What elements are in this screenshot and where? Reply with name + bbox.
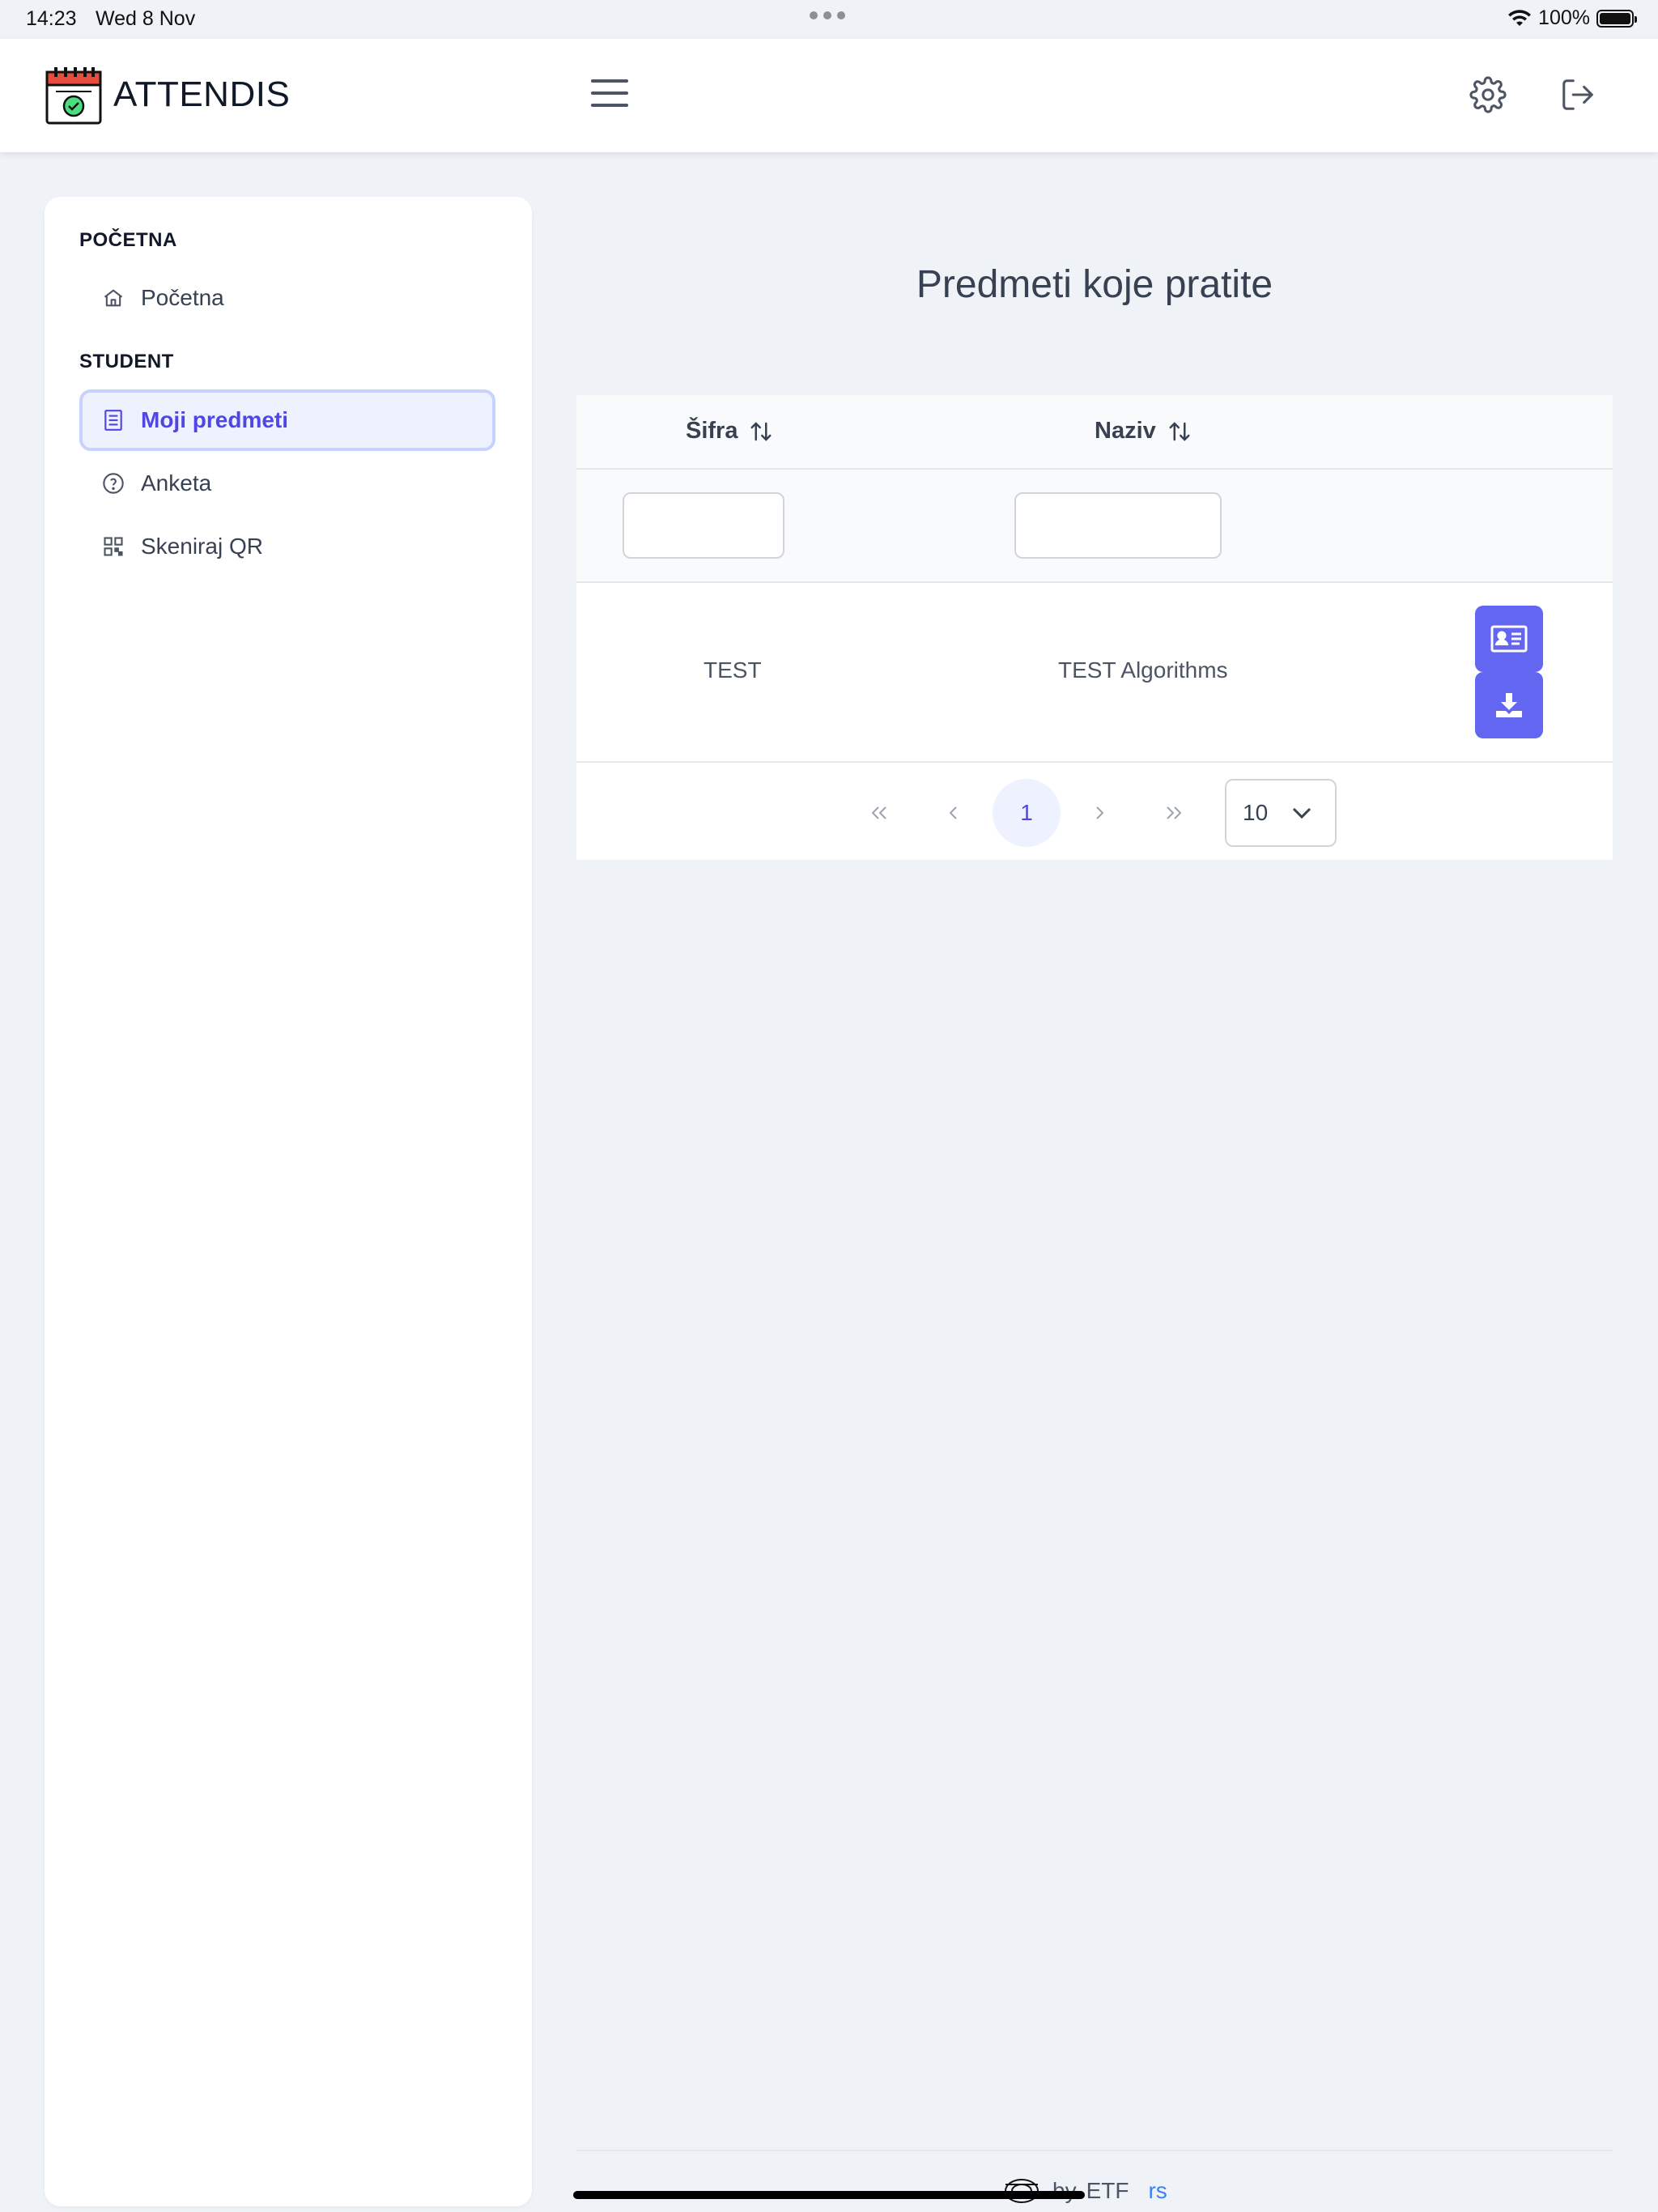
next-page-button[interactable]: [1065, 779, 1133, 847]
chevron-down-icon: [1292, 807, 1312, 819]
question-circle-icon: [100, 470, 126, 496]
language-link[interactable]: rs: [1148, 2178, 1167, 2204]
details-button[interactable]: [1475, 606, 1543, 672]
battery-percent: 100%: [1538, 6, 1590, 29]
status-time: 14:23: [26, 7, 77, 30]
footer-org: ETF: [1086, 2178, 1129, 2203]
sort-icon: [750, 421, 772, 441]
calendar-check-logo-icon: [45, 67, 102, 125]
chevron-right-icon: [1096, 806, 1104, 819]
wifi-icon: [1508, 9, 1532, 26]
download-icon: [1496, 693, 1522, 717]
rows-per-page-value: 10: [1243, 800, 1269, 825]
sidebar-section-title: STUDENT: [79, 351, 174, 372]
download-button[interactable]: [1475, 672, 1543, 738]
column-header-naziv[interactable]: Naziv: [1095, 418, 1192, 445]
prev-page-button[interactable]: [920, 779, 988, 847]
double-chevron-left-icon: [871, 806, 886, 819]
sidebar-item-skeniraj-qr[interactable]: Skeniraj QR: [79, 517, 495, 576]
sign-out-icon[interactable]: [1558, 76, 1597, 113]
first-page-button[interactable]: [845, 779, 913, 847]
sidebar: POČETNA Početna STUDENT Moji predmeti An…: [45, 197, 532, 2206]
menu-toggle-icon[interactable]: [591, 79, 628, 110]
filter-row: [576, 470, 1613, 583]
app-brand[interactable]: ATTENDIS: [113, 74, 290, 115]
multitasking-dots[interactable]: [810, 11, 845, 19]
status-bar: 14:23 Wed 8 Nov 100%: [0, 0, 1658, 39]
sidebar-item-pocetna[interactable]: Početna: [79, 269, 495, 327]
home-indicator[interactable]: [573, 2191, 1085, 2199]
sidebar-item-moji-predmeti[interactable]: Moji predmeti: [79, 389, 495, 451]
page-title: Predmeti koje pratite: [916, 263, 1273, 306]
battery-icon: [1596, 9, 1637, 28]
column-label: Naziv: [1095, 418, 1156, 444]
sidebar-item-label: Skeniraj QR: [141, 534, 263, 559]
sort-icon: [1169, 421, 1190, 441]
column-label: Šifra: [686, 418, 738, 444]
top-bar: ATTENDIS: [0, 39, 1658, 152]
last-page-button[interactable]: [1140, 779, 1208, 847]
sidebar-item-label: Anketa: [141, 470, 212, 496]
sidebar-item-anketa[interactable]: Anketa: [79, 454, 495, 513]
qrcode-icon: [100, 534, 126, 559]
status-date: Wed 8 Nov: [96, 7, 196, 30]
cell-naziv: TEST Algorithms: [1058, 657, 1228, 683]
table-header: Šifra Naziv: [576, 395, 1613, 470]
home-icon: [100, 285, 126, 311]
subjects-table: Šifra Naziv TEST TEST Algorithms 1 10: [576, 395, 1613, 860]
sidebar-item-label: Početna: [141, 285, 224, 310]
rows-per-page-dropdown[interactable]: 10: [1225, 779, 1337, 847]
book-icon: [100, 407, 126, 433]
sidebar-section-title: POČETNA: [79, 229, 177, 251]
column-header-sifra[interactable]: Šifra: [686, 418, 773, 445]
footer-divider: [576, 2150, 1613, 2151]
filter-naziv-input[interactable]: [1014, 492, 1222, 559]
table-row[interactable]: TEST TEST Algorithms: [576, 583, 1613, 763]
gear-icon[interactable]: [1469, 76, 1507, 113]
chevron-left-icon: [949, 806, 957, 819]
page-button[interactable]: 1: [993, 779, 1061, 847]
paginator: 1 10: [576, 763, 1613, 860]
id-card-icon: [1490, 625, 1528, 653]
filter-sifra-input[interactable]: [623, 492, 784, 559]
double-chevron-right-icon: [1167, 806, 1182, 819]
sidebar-item-label: Moji predmeti: [141, 407, 289, 432]
cell-sifra: TEST: [704, 657, 762, 683]
